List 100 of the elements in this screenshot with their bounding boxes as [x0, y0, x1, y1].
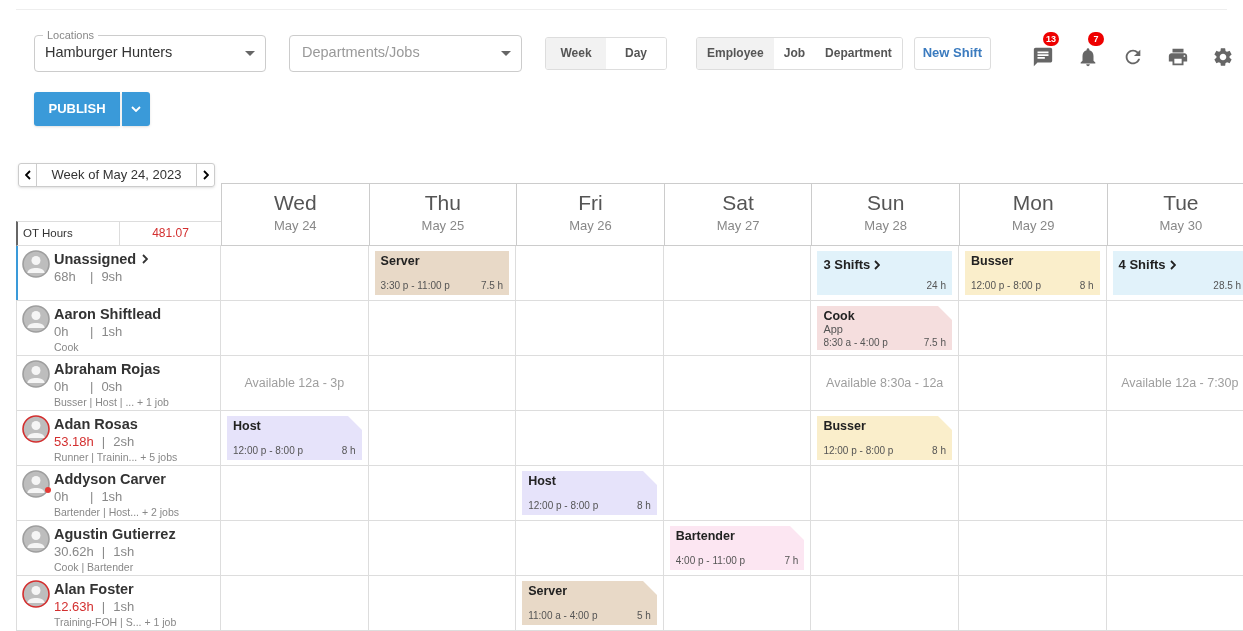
schedule-cell[interactable]: [958, 356, 1107, 411]
schedule-cell[interactable]: Server 11:00 a - 4:00 p 5 h: [516, 576, 664, 631]
schedule-cell[interactable]: [958, 576, 1107, 631]
employee-row-header[interactable]: Unassigned 68h | 9sh: [16, 246, 221, 301]
employee-row-header[interactable]: Aaron Shiftlead 0h | 1sh Cook: [16, 301, 221, 356]
schedule-cell[interactable]: [663, 246, 812, 301]
employee-shift-count: 1sh: [101, 323, 123, 341]
schedule-cell[interactable]: [516, 411, 664, 466]
schedule-cell[interactable]: [368, 466, 517, 521]
shift-count: 3 Shifts: [823, 256, 871, 274]
shift-card[interactable]: Server 11:00 a - 4:00 p 5 h: [522, 581, 657, 625]
day-name: Fri: [578, 190, 603, 216]
shift-time: 12:00 p - 8:00 p: [823, 444, 894, 458]
schedule-cell[interactable]: [221, 246, 369, 301]
toggle-option[interactable]: Week: [546, 37, 606, 69]
shift-time: 12:00 p - 8:00 p: [528, 499, 599, 513]
shift-card[interactable]: Cook App 8:30 a - 4:00 p 7.5 h: [817, 306, 952, 350]
employee-row-header[interactable]: Agustin Gutierrez 30.62h | 1sh Cook | Bartender: [16, 521, 221, 576]
shift-role: Busser: [823, 419, 867, 434]
employee-shift-count: 1sh: [113, 543, 135, 561]
schedule-cell[interactable]: [221, 301, 369, 356]
schedule-cell[interactable]: Host 12:00 p - 8:00 p 8 h: [516, 466, 664, 521]
shift-card[interactable]: Busser 12:00 p - 8:00 p 8 h: [964, 251, 1100, 295]
schedule-cell[interactable]: [958, 521, 1107, 576]
employee-jobs: Cook: [54, 341, 80, 354]
shift-group-card[interactable]: 3 Shifts 24 h: [817, 251, 952, 295]
day-date: May 26: [569, 217, 612, 235]
new-shift-button[interactable]: New Shift: [913, 36, 991, 70]
employee-row-header[interactable]: Abraham Rojas 0h | 0sh Busser | Host | ... + 1 job: [16, 356, 221, 411]
employee-name: Agustin Gutierrez: [54, 525, 176, 543]
employee-jobs: Cook | Bartender: [54, 561, 135, 574]
employee-hours: 30.62h: [54, 543, 94, 561]
schedule-cell[interactable]: 3 Shifts 24 h: [811, 246, 959, 301]
schedule-cell[interactable]: [811, 466, 959, 521]
schedule-cell[interactable]: Host 12:00 p - 8:00 p 8 h: [221, 411, 369, 466]
shift-card[interactable]: Bartender 4:00 p - 11:00 p 7 h: [669, 526, 805, 570]
schedule-cell[interactable]: [663, 301, 812, 356]
shift-hours: 7 h: [784, 554, 799, 568]
toggle-option[interactable]: Employee: [697, 37, 774, 69]
schedule-cell[interactable]: [663, 411, 812, 466]
schedule-cell[interactable]: [368, 576, 517, 631]
chevron-right-icon: [1169, 259, 1176, 270]
schedule-cell[interactable]: [811, 521, 959, 576]
schedule-cell[interactable]: [368, 521, 517, 576]
employee-row-header[interactable]: Alan Foster 12.63h | 1sh Training-FOH | S... + 1 job: [16, 576, 221, 631]
employee-shift-count: 9sh: [101, 268, 123, 286]
day-name: Sun: [867, 190, 905, 216]
separator: |: [90, 268, 94, 286]
shift-group-card[interactable]: 4 Shifts 28.5 h: [1112, 251, 1243, 295]
schedule-cell[interactable]: [663, 466, 812, 521]
schedule-cell[interactable]: [958, 466, 1107, 521]
chevron-right-icon: [142, 254, 149, 264]
employee-name: Alan Foster: [54, 580, 134, 598]
schedule-cell[interactable]: 4 Shifts 28.5 h: [1106, 246, 1243, 301]
corner-fold-icon: [937, 306, 952, 320]
schedule-cell[interactable]: Server 3:30 p - 11:00 p 7.5 h: [368, 246, 517, 301]
employee-jobs: Bartender | Host... + 2 jobs: [54, 506, 179, 519]
shift-count: 4 Shifts: [1118, 256, 1166, 274]
shift-hours: 28.5 h: [1213, 279, 1242, 293]
shift-card[interactable]: Server 3:30 p - 11:00 p 7.5 h: [374, 251, 510, 295]
schedule-cell[interactable]: [368, 356, 517, 411]
day-date: May 27: [716, 217, 760, 235]
schedule-cell[interactable]: [811, 576, 959, 631]
schedule-cell[interactable]: Busser 12:00 p - 8:00 p 8 h: [811, 411, 959, 466]
shift-note: App: [823, 324, 844, 335]
schedule-cell[interactable]: [368, 301, 517, 356]
schedule-cell[interactable]: [958, 301, 1107, 356]
day-name: Mon: [1012, 190, 1054, 216]
schedule-cell[interactable]: [958, 411, 1107, 466]
schedule-cell[interactable]: [663, 576, 812, 631]
schedule-cell[interactable]: [221, 521, 369, 576]
count-badge: 13: [1042, 32, 1059, 46]
schedule-cell[interactable]: [516, 356, 664, 411]
schedule-cell[interactable]: [221, 466, 369, 521]
shift-time: 12:00 p - 8:00 p: [970, 279, 1042, 293]
shift-time: 11:00 a - 4:00 p: [528, 609, 598, 623]
ot-hours-value: 481.07: [151, 225, 190, 242]
shift-card[interactable]: Busser 12:00 p - 8:00 p 8 h: [817, 416, 952, 460]
shift-card[interactable]: Host 12:00 p - 8:00 p 8 h: [227, 416, 362, 460]
publish-menu-button[interactable]: [122, 92, 150, 126]
shift-time: 4:00 p - 11:00 p: [675, 554, 746, 568]
corner-fold-icon: [937, 416, 952, 430]
chevron-right-icon: [874, 259, 881, 270]
shift-card[interactable]: Host 12:00 p - 8:00 p 8 h: [522, 471, 657, 515]
employee-row-header[interactable]: Addyson Carver 0h | 1sh Bartender | Host... + 2 jobs: [16, 466, 221, 521]
day-date: May 25: [421, 217, 465, 235]
employee-row-header[interactable]: Adan Rosas 53.18h | 2sh Runner | Trainin... + 5 jobs: [16, 411, 221, 466]
shift-hours: 7.5 h: [480, 279, 504, 293]
schedule-cell[interactable]: [516, 301, 664, 356]
schedule-cell[interactable]: [516, 246, 664, 301]
schedule-cell[interactable]: Busser 12:00 p - 8:00 p 8 h: [958, 246, 1107, 301]
schedule-cell[interactable]: [368, 411, 517, 466]
schedule-cell[interactable]: [221, 576, 369, 631]
corner-fold-icon: [790, 526, 805, 540]
schedule-cell[interactable]: Cook App 8:30 a - 4:00 p 7.5 h: [811, 301, 959, 356]
schedule-cell[interactable]: [663, 356, 812, 411]
field-placeholder: Departments/Jobs: [302, 43, 420, 63]
separator: |: [90, 378, 94, 396]
schedule-cell[interactable]: [516, 521, 664, 576]
schedule-cell[interactable]: Bartender 4:00 p - 11:00 p 7 h: [663, 521, 812, 576]
